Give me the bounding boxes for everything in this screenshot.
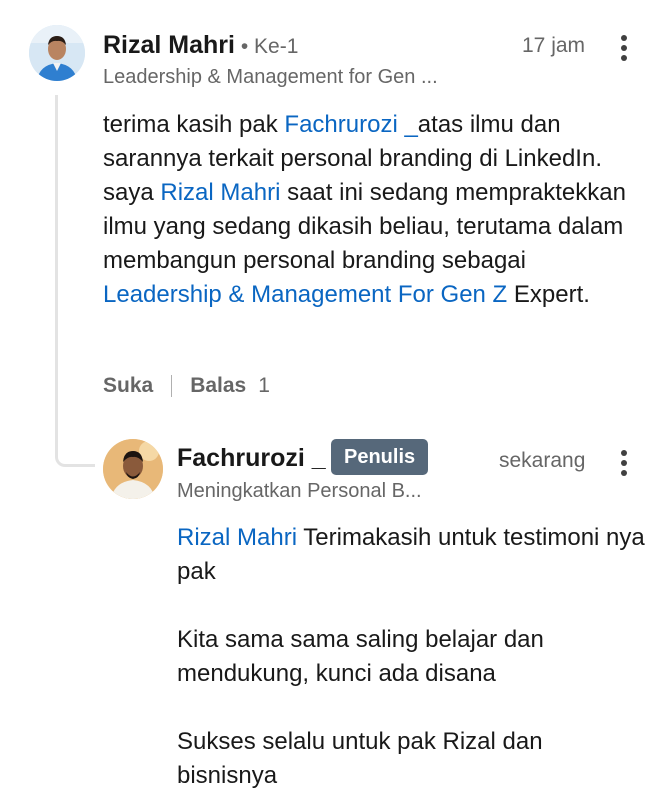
comment-author[interactable]: Rizal Mahri • Ke-1	[103, 31, 298, 60]
reply-paragraph: Kita sama sama saling belajar dan menduk…	[177, 626, 544, 687]
reply-avatar[interactable]	[103, 439, 163, 499]
comment-paragraph: terima kasih pak Fachrurozi _atas ilmu d…	[103, 108, 643, 312]
reply-paragraph: Sukses selalu untuk pak Rizal dan bisnis…	[177, 728, 543, 789]
comment-text-segment: Expert.	[507, 281, 590, 308]
more-vertical-icon[interactable]	[617, 33, 631, 63]
reply-count[interactable]: 1	[258, 374, 270, 398]
comment-timestamp: 17 jam	[522, 34, 586, 57]
author-badge: Penulis	[331, 439, 429, 475]
mention-link[interactable]: Rizal Mahri	[177, 524, 297, 551]
mention-link[interactable]: Fachrurozi _	[284, 111, 417, 138]
mention-link[interactable]: Rizal Mahri	[160, 179, 280, 206]
author-headline: Leadership & Management for Gen ...	[103, 66, 438, 88]
like-button[interactable]: Suka	[103, 374, 153, 398]
reply-timestamp: sekarang	[499, 449, 586, 472]
thread-connector	[55, 95, 95, 467]
reply-button[interactable]: Balas	[190, 374, 246, 398]
more-vertical-icon[interactable]	[617, 448, 631, 478]
mention-link[interactable]: Leadership & Management For Gen Z	[103, 281, 507, 308]
reply-author-headline: Meningkatkan Personal B...	[177, 480, 422, 502]
comment-text: terima kasih pak Fachrurozi _atas ilmu d…	[103, 108, 643, 312]
reply-author[interactable]: Fachrurozi _	[177, 444, 326, 473]
reply-paragraph: Rizal Mahri Terimakasih untuk testimoni …	[177, 524, 645, 585]
avatar[interactable]	[29, 25, 85, 81]
connection-degree: Ke-1	[254, 35, 299, 58]
reply-text: Rizal Mahri Terimakasih untuk testimoni …	[177, 521, 647, 793]
comment-text-segment: terima kasih pak	[103, 111, 285, 138]
action-divider	[171, 375, 173, 397]
comment-actions: Suka Balas 1	[103, 374, 270, 398]
